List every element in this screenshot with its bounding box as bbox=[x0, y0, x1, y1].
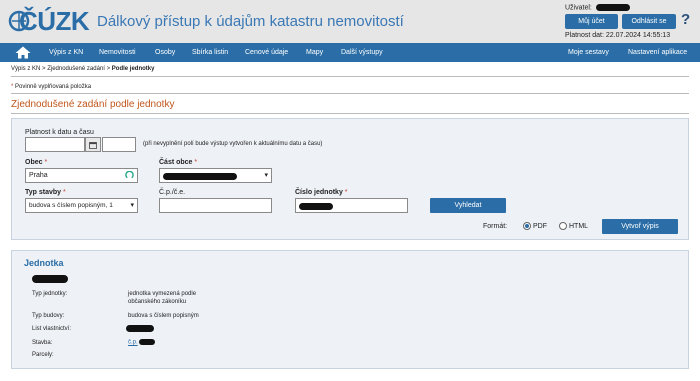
divider bbox=[11, 76, 689, 77]
time-input[interactable] bbox=[102, 137, 136, 152]
result-label-typ-jednotky: Typ jednotky: bbox=[32, 291, 68, 297]
format-pdf-radio[interactable] bbox=[523, 222, 531, 230]
main-nav: Výpis z KN Nemovitosti Osoby Sbírka list… bbox=[0, 43, 700, 62]
nav-item-vypis-z-kn[interactable]: Výpis z KN bbox=[49, 43, 83, 62]
user-label: Uživatel: bbox=[565, 4, 592, 12]
required-note-text: Povinně vyplňovaná položka bbox=[15, 84, 92, 90]
result-label-list-vlastnictvi: List vlastnictví: bbox=[32, 326, 72, 332]
nav-item-moje-sestavy[interactable]: Moje sestavy bbox=[568, 43, 609, 62]
search-form-panel: Platnost k datu a času (při nevyplnění p… bbox=[11, 118, 689, 240]
result-value-list-vlastnictvi-redacted[interactable] bbox=[126, 325, 154, 332]
format-pdf-label: PDF bbox=[533, 223, 547, 230]
cp-ce-input[interactable] bbox=[159, 198, 272, 213]
my-account-button[interactable]: Můj účet bbox=[565, 14, 618, 29]
calendar-button[interactable] bbox=[85, 137, 101, 152]
user-info: Uživatel: bbox=[565, 4, 630, 11]
help-icon[interactable]: ? bbox=[681, 11, 690, 28]
typ-stavby-value: budova s číslem popisným, 1 bbox=[29, 202, 113, 209]
user-name-redacted bbox=[595, 4, 630, 11]
nav-item-osoby[interactable]: Osoby bbox=[155, 43, 175, 62]
chevron-down-icon: ▾ bbox=[264, 172, 268, 179]
result-value-typ-jednotky: jednotka vymezená podle bbox=[128, 291, 197, 297]
format-html-label: HTML bbox=[569, 223, 589, 230]
obec-label: Obec * bbox=[25, 159, 48, 166]
app-title: Dálkový přístup k údajům katastru nemovi… bbox=[97, 13, 404, 30]
unit-number-redacted bbox=[32, 275, 68, 283]
create-report-button[interactable]: Vytvoř výpis bbox=[602, 219, 678, 234]
typ-stavby-select[interactable]: budova s číslem popisným, 1 ▾ bbox=[25, 198, 138, 213]
nav-item-dalsi-vystupy[interactable]: Další výstupy bbox=[341, 43, 383, 62]
result-value-stavba[interactable]: č.p. bbox=[128, 339, 156, 346]
stavba-number-redacted bbox=[139, 339, 156, 345]
nav-item-cenove-udaje[interactable]: Cenové údaje bbox=[245, 43, 288, 62]
format-label: Formát: bbox=[483, 223, 508, 230]
cislo-jednotky-label: Číslo jednotky * bbox=[295, 189, 348, 196]
date-input[interactable] bbox=[25, 137, 85, 152]
chevron-down-icon: ▾ bbox=[130, 202, 134, 209]
result-label-stavba: Stavba: bbox=[32, 340, 53, 346]
data-validity: Platnost dat: 22.07.2024 14:55:13 bbox=[565, 32, 671, 39]
result-value-typ-budovy: budova s číslem popisným bbox=[128, 313, 199, 319]
stavba-link[interactable]: č.p. bbox=[128, 340, 138, 346]
obec-value: Praha bbox=[29, 172, 48, 179]
home-icon[interactable] bbox=[15, 46, 31, 59]
divider bbox=[11, 93, 689, 94]
breadcrumb-separator: > bbox=[106, 66, 111, 72]
typ-stavby-label: Typ stavby * bbox=[25, 189, 66, 196]
cast-obce-label: Část obce * bbox=[159, 159, 198, 166]
calendar-icon bbox=[89, 142, 97, 149]
cuzk-logo[interactable]: ČÚZK bbox=[7, 4, 91, 38]
breadcrumb-separator: > bbox=[42, 66, 46, 72]
date-hint: (při nevyplnění polí bude výstup vytvoře… bbox=[143, 141, 323, 147]
required-star: * bbox=[11, 84, 14, 90]
nav-item-nemovitosti[interactable]: Nemovitosti bbox=[99, 43, 136, 62]
loading-spinner-icon bbox=[125, 171, 134, 179]
cislo-jednotky-value-redacted bbox=[299, 203, 333, 211]
cislo-jednotky-input[interactable] bbox=[295, 198, 408, 213]
nav-item-nastaveni[interactable]: Nastavení aplikace bbox=[628, 43, 687, 62]
logout-button[interactable]: Odhlásit se bbox=[622, 14, 676, 29]
cast-obce-select[interactable]: ▾ bbox=[159, 168, 272, 183]
divider bbox=[11, 113, 689, 114]
format-html-radio[interactable] bbox=[559, 222, 567, 230]
result-panel bbox=[11, 250, 689, 369]
nav-item-mapy[interactable]: Mapy bbox=[306, 43, 323, 62]
result-label-typ-budovy: Typ budovy: bbox=[32, 313, 65, 319]
date-label: Platnost k datu a času bbox=[25, 129, 94, 136]
result-value-typ-jednotky-2: občanského zákoníku bbox=[128, 299, 187, 305]
nav-item-sbirka-listin[interactable]: Sbírka listin bbox=[192, 43, 228, 62]
page-title: Zjednodušené zadání podle jednotky bbox=[11, 99, 175, 110]
cast-obce-value-redacted bbox=[163, 173, 237, 181]
required-note: * Povinně vyplňovaná položka bbox=[11, 84, 91, 90]
app-header: ČÚZK Dálkový přístup k údajům katastru n… bbox=[0, 0, 700, 43]
breadcrumb: Výpis z KN > Zjednodušené zadání > Podle… bbox=[11, 66, 154, 72]
breadcrumb-link-zjednodusene[interactable]: Zjednodušené zadání bbox=[47, 66, 105, 72]
breadcrumb-current: Podle jednotky bbox=[111, 66, 155, 72]
search-button[interactable]: Vyhledat bbox=[430, 198, 506, 213]
result-label-parcely: Parcely: bbox=[32, 352, 54, 358]
cp-ce-label: Č.p./č.e. bbox=[159, 189, 186, 196]
breadcrumb-link-vypis[interactable]: Výpis z KN bbox=[11, 66, 40, 72]
logo-text: ČÚZK bbox=[19, 6, 90, 36]
result-title: Jednotka bbox=[24, 258, 64, 268]
obec-input[interactable]: Praha bbox=[25, 168, 138, 183]
